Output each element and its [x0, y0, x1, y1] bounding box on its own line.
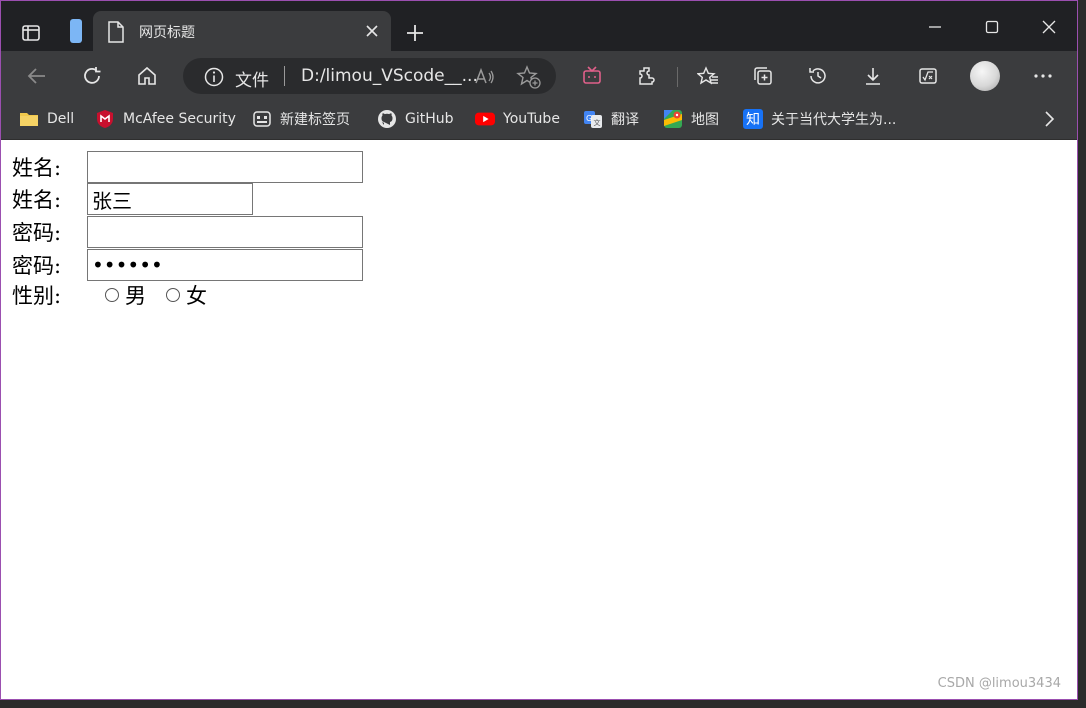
tab-title: 网页标题 — [139, 25, 195, 41]
svg-text:G: G — [586, 114, 592, 123]
read-aloud-icon[interactable] — [473, 65, 497, 89]
info-icon[interactable] — [203, 66, 225, 88]
more-menu-icon[interactable] — [1028, 61, 1058, 91]
browser-window: 网页标题 文件 D:/limou_VScode__... Dell McAfee… — [0, 0, 1078, 700]
chevron-right-icon[interactable] — [1039, 109, 1059, 129]
close-tab-icon[interactable] — [363, 22, 381, 40]
form-row-gender: 性别: 男 女 — [12, 279, 227, 311]
document-icon — [107, 21, 125, 43]
gender-label: 性别: — [12, 284, 62, 308]
title-bar: 网页标题 — [1, 1, 1077, 51]
bookmark-youtube[interactable]: YouTube — [475, 108, 560, 130]
gender-option-female[interactable]: 女 — [186, 280, 207, 310]
form-row-password-filled: 密码: — [12, 249, 363, 281]
math-solver-icon[interactable] — [913, 61, 943, 91]
profile-avatar[interactable] — [970, 61, 1000, 91]
gender-option-male[interactable]: 男 — [125, 280, 146, 310]
refresh-icon[interactable] — [77, 61, 107, 91]
back-icon[interactable] — [22, 61, 52, 91]
bookmark-zhihu[interactable]: 知 关于当代大学生为... — [743, 108, 896, 130]
new-tab-page-icon — [252, 109, 272, 129]
translate-icon: G文 — [583, 109, 603, 129]
gender-radio-male[interactable] — [105, 288, 119, 302]
mcafee-icon — [95, 109, 115, 129]
name-label: 姓名: — [12, 188, 62, 212]
bookmark-github[interactable]: GitHub — [377, 108, 454, 130]
bookmark-mcafee[interactable]: McAfee Security — [95, 108, 236, 130]
history-icon[interactable] — [803, 61, 833, 91]
bookmark-maps[interactable]: 地图 — [663, 108, 719, 130]
name-label: 姓名: — [12, 156, 62, 180]
minimize-icon[interactable] — [919, 11, 951, 43]
new-tab-icon[interactable] — [399, 17, 431, 49]
maps-icon — [663, 109, 683, 129]
password-input[interactable] — [87, 216, 363, 248]
toolbar-divider — [677, 67, 678, 87]
add-favorite-icon[interactable] — [516, 64, 542, 90]
password-input-filled[interactable] — [87, 249, 363, 281]
workspace-icon[interactable] — [67, 15, 85, 47]
zhihu-icon: 知 — [743, 109, 763, 129]
address-bar[interactable]: 文件 D:/limou_VScode__... — [183, 58, 556, 94]
password-label: 密码: — [12, 221, 62, 245]
tab-active[interactable]: 网页标题 — [93, 11, 391, 51]
name-input-filled[interactable] — [87, 183, 253, 215]
folder-icon — [19, 109, 39, 129]
maximize-icon[interactable] — [976, 11, 1008, 43]
address-divider — [284, 66, 285, 86]
gender-radio-female[interactable] — [166, 288, 180, 302]
name-input[interactable] — [87, 151, 363, 183]
collections-icon[interactable] — [748, 61, 778, 91]
tab-actions-icon[interactable] — [15, 17, 47, 49]
extensions-icon[interactable] — [632, 61, 662, 91]
bookmark-dell[interactable]: Dell — [19, 108, 74, 130]
form-row-password: 密码: — [12, 216, 363, 248]
address-scheme-label: 文件 — [235, 71, 269, 91]
form-row-name-filled: 姓名: — [12, 183, 253, 215]
favorites-icon[interactable] — [693, 61, 723, 91]
address-url[interactable]: D:/limou_VScode__... — [301, 66, 478, 86]
page-content: 姓名: 姓名: 密码: 密码: 性别: 男 女 CSDN @limou3434 — [1, 140, 1077, 699]
password-label: 密码: — [12, 254, 62, 278]
toolbar: 文件 D:/limou_VScode__... — [1, 51, 1077, 101]
svg-text:文: 文 — [594, 118, 601, 127]
tv-extension-icon[interactable] — [577, 61, 607, 91]
home-icon[interactable] — [132, 61, 162, 91]
youtube-icon — [475, 109, 495, 129]
bookmark-new-tab[interactable]: 新建标签页 — [252, 108, 350, 130]
gender-radio-group: 男 女 — [105, 280, 227, 310]
github-icon — [377, 109, 397, 129]
downloads-icon[interactable] — [858, 61, 888, 91]
bookmarks-bar: Dell McAfee Security 新建标签页 GitHub YouTub… — [1, 101, 1077, 140]
close-window-icon[interactable] — [1033, 11, 1065, 43]
watermark: CSDN @limou3434 — [937, 676, 1061, 691]
form-row-name: 姓名: — [12, 151, 363, 183]
bookmark-translate[interactable]: G文 翻译 — [583, 108, 639, 130]
